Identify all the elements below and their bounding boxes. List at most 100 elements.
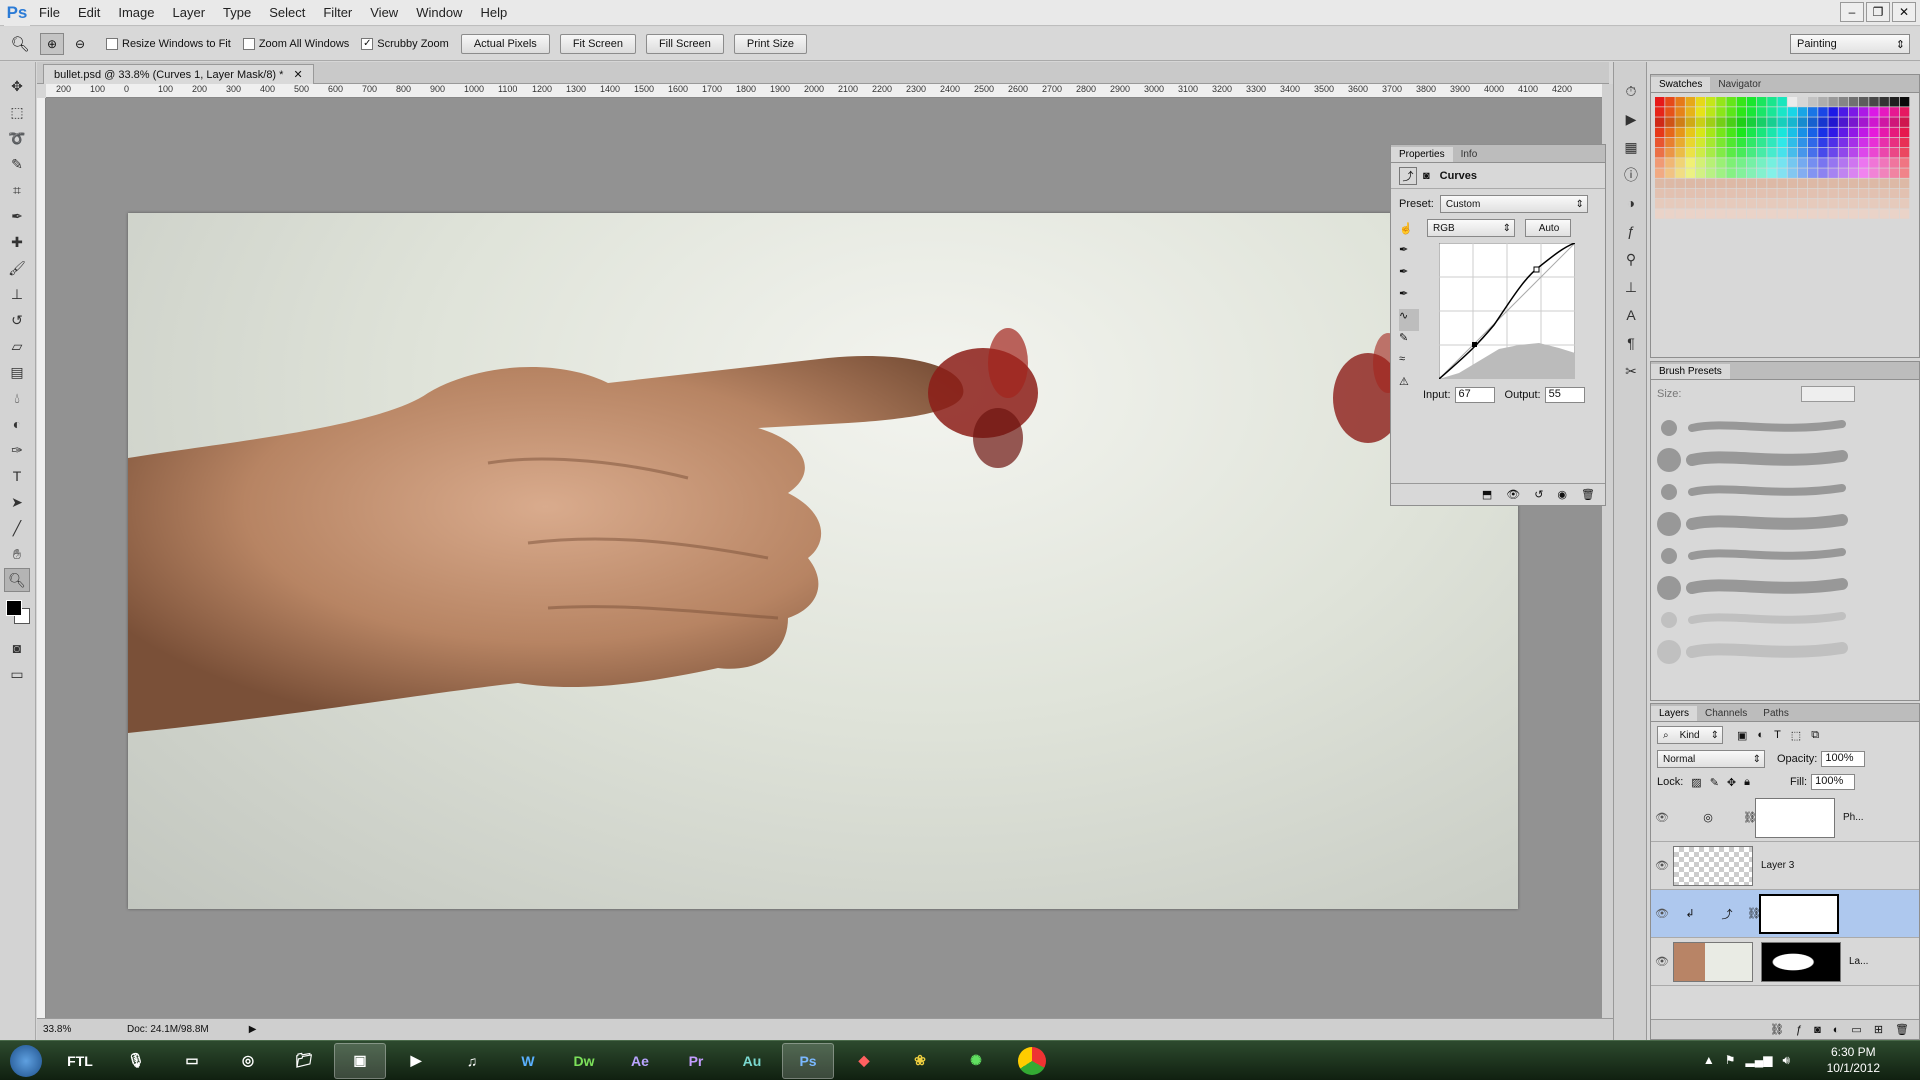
swatch[interactable] bbox=[1675, 127, 1685, 138]
swatch[interactable] bbox=[1757, 178, 1767, 189]
swatch[interactable] bbox=[1716, 209, 1726, 219]
swatch[interactable] bbox=[1757, 188, 1767, 199]
taskbar-microphone-icon[interactable]: 🎙︎ bbox=[110, 1043, 162, 1079]
opacity-field[interactable]: 100% bbox=[1821, 751, 1866, 767]
swatch[interactable] bbox=[1726, 97, 1736, 107]
lock-transparent-icon[interactable]: ▨ bbox=[1691, 776, 1701, 789]
restore-button[interactable]: ❐ bbox=[1866, 2, 1890, 22]
menu-help[interactable]: Help bbox=[471, 5, 516, 20]
swatch[interactable] bbox=[1685, 209, 1696, 219]
swatch[interactable] bbox=[1899, 148, 1910, 158]
swatch[interactable] bbox=[1685, 168, 1696, 178]
swatch[interactable] bbox=[1838, 97, 1849, 107]
color-swatches[interactable] bbox=[0, 594, 35, 634]
swatch[interactable] bbox=[1757, 127, 1767, 138]
swatch[interactable] bbox=[1808, 209, 1818, 219]
taskbar-word-icon[interactable]: W bbox=[502, 1043, 554, 1079]
swatch[interactable] bbox=[1889, 158, 1900, 168]
swatch[interactable] bbox=[1716, 178, 1726, 189]
swatch[interactable] bbox=[1859, 97, 1869, 107]
eye-icon[interactable]: 👁︎ bbox=[1651, 859, 1673, 872]
layer-style-icon[interactable]: ƒ bbox=[1796, 1024, 1802, 1036]
swatch[interactable] bbox=[1675, 158, 1685, 168]
swatch[interactable] bbox=[1828, 137, 1838, 148]
swatch[interactable] bbox=[1767, 178, 1777, 189]
swatch[interactable] bbox=[1665, 188, 1675, 199]
crop-tool-icon[interactable]: ⌗ bbox=[4, 178, 30, 202]
swatch[interactable] bbox=[1869, 168, 1879, 178]
input-field[interactable]: 67 bbox=[1454, 387, 1495, 403]
swatch[interactable] bbox=[1828, 148, 1838, 158]
swatch[interactable] bbox=[1848, 137, 1859, 148]
zoom-all-checkbox[interactable]: Zoom All Windows bbox=[242, 37, 349, 50]
swatch[interactable] bbox=[1879, 209, 1889, 219]
swatch[interactable] bbox=[1797, 188, 1808, 199]
swatch[interactable] bbox=[1899, 158, 1910, 168]
swatch[interactable] bbox=[1879, 117, 1889, 127]
swatch[interactable] bbox=[1695, 137, 1706, 148]
swatch[interactable] bbox=[1869, 127, 1879, 138]
menu-image[interactable]: Image bbox=[109, 5, 163, 20]
swatch[interactable] bbox=[1706, 117, 1716, 127]
swatch[interactable] bbox=[1736, 137, 1747, 148]
swatch[interactable] bbox=[1808, 107, 1818, 117]
mask-thumbnail[interactable] bbox=[1761, 941, 1841, 982]
swatch[interactable] bbox=[1838, 168, 1849, 178]
swatch[interactable] bbox=[1665, 137, 1675, 148]
swatch[interactable] bbox=[1685, 158, 1696, 168]
swatch[interactable] bbox=[1655, 97, 1665, 107]
swatch[interactable] bbox=[1767, 137, 1777, 148]
swatch[interactable] bbox=[1859, 168, 1869, 178]
swatch[interactable] bbox=[1848, 209, 1859, 219]
swatch[interactable] bbox=[1879, 107, 1889, 117]
swatch[interactable] bbox=[1889, 107, 1900, 117]
new-layer-icon[interactable]: ⊞ bbox=[1874, 1023, 1883, 1036]
brush-stroke-preview[interactable] bbox=[1686, 450, 1848, 466]
taskbar-chrome-icon[interactable] bbox=[1006, 1043, 1058, 1079]
mask-thumbnail[interactable] bbox=[1759, 893, 1839, 934]
mask-thumbnail[interactable] bbox=[1755, 797, 1835, 838]
swatch[interactable] bbox=[1808, 188, 1818, 199]
swatch[interactable] bbox=[1869, 148, 1879, 158]
status-menu-icon[interactable]: ▶ bbox=[249, 1024, 257, 1035]
taskbar-app-ae[interactable]: Ae bbox=[614, 1043, 666, 1079]
swatch[interactable] bbox=[1818, 168, 1828, 178]
history-brush-tool-icon[interactable]: ↺ bbox=[4, 308, 30, 332]
filter-shape-icon[interactable]: ⬚ bbox=[1791, 729, 1801, 742]
swatch[interactable] bbox=[1797, 117, 1808, 127]
swatch[interactable] bbox=[1726, 209, 1736, 219]
swatch[interactable] bbox=[1746, 137, 1757, 148]
tray-expand-icon[interactable]: ▲ bbox=[1703, 1053, 1715, 1068]
swatch[interactable] bbox=[1716, 188, 1726, 199]
swatch[interactable] bbox=[1797, 168, 1808, 178]
swatch[interactable] bbox=[1859, 148, 1869, 158]
curve-point-icon[interactable]: ∿ bbox=[1399, 309, 1419, 331]
swatch[interactable] bbox=[1828, 127, 1838, 138]
swatch[interactable] bbox=[1716, 97, 1726, 107]
filter-adjustment-icon[interactable]: ◐ bbox=[1757, 729, 1764, 741]
swatch[interactable] bbox=[1889, 188, 1900, 199]
swatch[interactable] bbox=[1706, 148, 1716, 158]
swatch[interactable] bbox=[1726, 199, 1736, 209]
quick-select-tool-icon[interactable]: ✎ bbox=[4, 152, 30, 176]
swatch[interactable] bbox=[1736, 117, 1747, 127]
swatch[interactable] bbox=[1706, 158, 1716, 168]
tray-volume-icon[interactable]: 🔊︎ bbox=[1782, 1053, 1790, 1068]
swatch[interactable] bbox=[1655, 137, 1665, 148]
clipping-warning-icon[interactable]: ⚠ bbox=[1399, 375, 1419, 397]
swatch[interactable] bbox=[1808, 168, 1818, 178]
swatch[interactable] bbox=[1828, 188, 1838, 199]
zoom-tool-icon[interactable]: 🔍︎ bbox=[0, 35, 40, 53]
swatch[interactable] bbox=[1726, 137, 1736, 148]
swatch[interactable] bbox=[1736, 127, 1747, 138]
swatch[interactable] bbox=[1787, 137, 1798, 148]
taskbar-app-au[interactable]: Au bbox=[726, 1043, 778, 1079]
swatch[interactable] bbox=[1695, 107, 1706, 117]
layer-row[interactable]: 👁︎ La... bbox=[1651, 938, 1919, 986]
swatch[interactable] bbox=[1706, 137, 1716, 148]
blend-mode-select[interactable]: Normal ⇕ bbox=[1657, 750, 1765, 768]
swatch[interactable] bbox=[1695, 168, 1706, 178]
size-field[interactable] bbox=[1801, 386, 1856, 402]
swatch[interactable] bbox=[1777, 107, 1787, 117]
swatch[interactable] bbox=[1655, 178, 1665, 189]
